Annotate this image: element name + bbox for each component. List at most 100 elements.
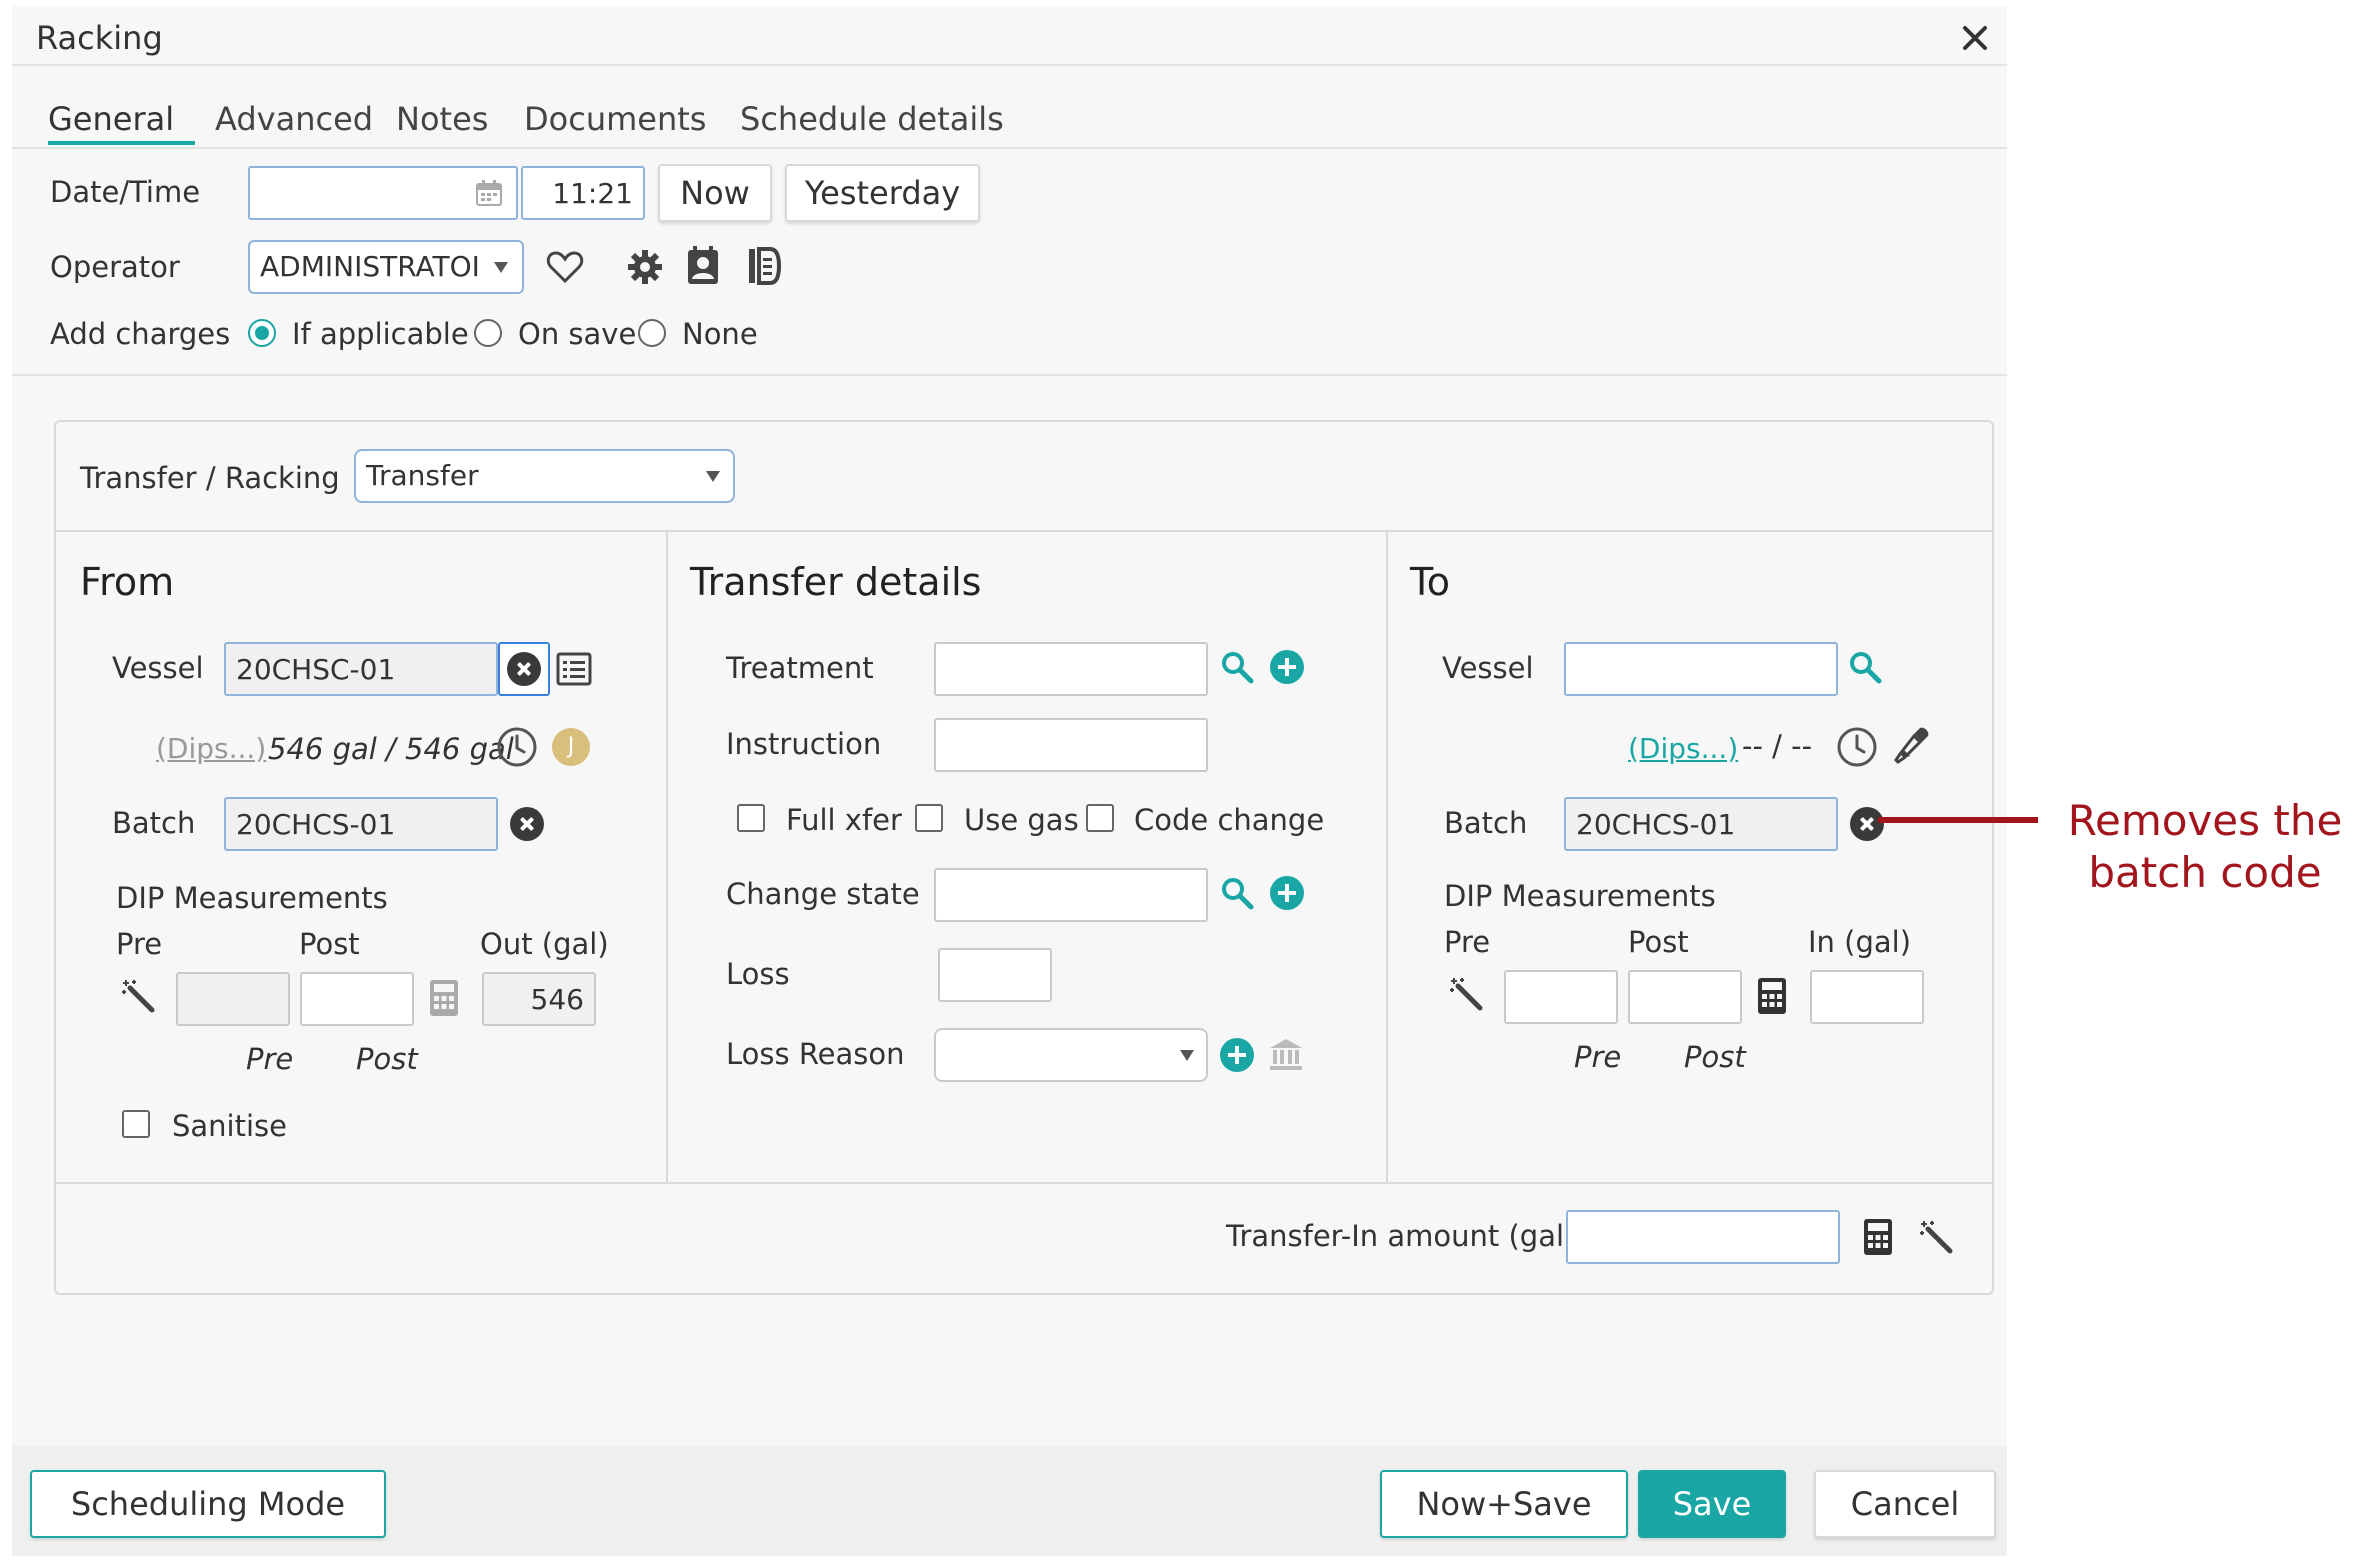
clock-icon[interactable]	[1836, 726, 1878, 768]
from-batch-input[interactable]	[224, 797, 498, 851]
to-post-input[interactable]	[1628, 970, 1742, 1024]
tab-advanced[interactable]: Advanced	[215, 100, 373, 138]
column-divider-1	[666, 530, 668, 1182]
use-gas-checkbox[interactable]	[915, 804, 943, 832]
from-vessel-clear-button[interactable]	[498, 642, 550, 696]
to-vessel-input[interactable]	[1564, 642, 1838, 696]
add-loss-reason-icon[interactable]	[1220, 1038, 1254, 1072]
transfer-racking-label: Transfer / Racking	[80, 461, 340, 495]
from-dip-label: DIP Measurements	[116, 881, 388, 915]
loss-reason-select[interactable]	[934, 1028, 1208, 1082]
dialog-title: Racking	[36, 19, 163, 57]
cancel-button[interactable]: Cancel	[1814, 1470, 1996, 1538]
to-dips-link[interactable]: (Dips...)	[1628, 732, 1738, 765]
magic-wand-icon[interactable]	[1448, 976, 1484, 1012]
to-pre-italic: Pre	[1574, 1040, 1622, 1074]
operator-select[interactable]: ADMINISTRATOI	[248, 240, 524, 294]
save-button[interactable]: Save	[1638, 1470, 1786, 1538]
dialog-titlebar: Racking	[12, 6, 2007, 66]
dialog-footer: Scheduling Mode Now+Save Save Cancel	[12, 1446, 2007, 1556]
to-batch-clear-icon[interactable]	[1850, 807, 1884, 841]
from-post-label: Post	[299, 927, 360, 961]
radio-on-save-label: On save	[518, 317, 637, 351]
from-vessel-label: Vessel	[112, 651, 204, 685]
bank-icon[interactable]	[1268, 1036, 1304, 1072]
now-button[interactable]: Now	[658, 164, 772, 222]
racking-dialog: Racking General Advanced Notes Documents…	[12, 6, 2007, 1556]
panel-header-divider	[56, 530, 1992, 532]
calculator-icon[interactable]	[1756, 976, 1788, 1016]
from-dips-link[interactable]: (Dips...)	[156, 732, 266, 765]
search-icon[interactable]	[1848, 650, 1882, 684]
now-save-button[interactable]: Now+Save	[1380, 1470, 1628, 1538]
tab-schedule-details[interactable]: Schedule details	[740, 100, 1004, 138]
from-vessel-input[interactable]	[224, 642, 498, 696]
loss-input[interactable]	[938, 948, 1052, 1002]
from-batch-clear-icon[interactable]	[510, 807, 544, 841]
full-xfer-checkbox[interactable]	[737, 804, 765, 832]
dropper-icon[interactable]	[1892, 724, 1932, 766]
use-gas-label: Use gas	[964, 803, 1079, 837]
radio-on-save[interactable]	[474, 319, 502, 347]
calendar-icon[interactable]	[474, 178, 504, 208]
change-state-input[interactable]	[934, 868, 1208, 922]
clear-icon	[507, 652, 541, 686]
search-icon[interactable]	[1220, 876, 1254, 910]
to-heading: To	[1410, 560, 1451, 604]
from-pre-label: Pre	[116, 927, 163, 961]
instruction-input[interactable]	[934, 718, 1208, 772]
time-input[interactable]	[521, 166, 645, 220]
radio-none-label: None	[682, 317, 758, 351]
radio-none[interactable]	[638, 319, 666, 347]
calculator-icon[interactable]	[428, 978, 460, 1018]
from-out-input[interactable]	[482, 972, 596, 1026]
yesterday-button[interactable]: Yesterday	[785, 164, 980, 222]
tab-documents[interactable]: Documents	[524, 100, 706, 138]
to-dip-label: DIP Measurements	[1444, 879, 1716, 913]
list-icon[interactable]	[556, 651, 592, 687]
loss-reason-label: Loss Reason	[726, 1037, 905, 1071]
close-icon[interactable]	[1957, 20, 1993, 56]
from-pre-italic: Pre	[246, 1042, 294, 1076]
annotation-line1: Removes the	[2067, 796, 2343, 845]
radio-if-applicable-label: If applicable	[292, 317, 469, 351]
details-heading: Transfer details	[690, 560, 982, 604]
contact-card-icon[interactable]	[685, 246, 721, 286]
add-treatment-icon[interactable]	[1270, 650, 1304, 684]
magic-wand-icon[interactable]	[120, 978, 156, 1014]
user-badge: J	[552, 728, 590, 766]
document-icon[interactable]	[746, 246, 782, 286]
to-pre-label: Pre	[1444, 925, 1491, 959]
from-pre-input[interactable]	[176, 972, 290, 1026]
radio-if-applicable[interactable]	[248, 319, 276, 347]
to-in-label: In (gal)	[1808, 925, 1912, 959]
code-change-checkbox[interactable]	[1086, 804, 1114, 832]
active-tab-indicator	[48, 141, 195, 145]
transfer-in-input[interactable]	[1566, 1210, 1840, 1264]
scheduling-mode-button[interactable]: Scheduling Mode	[30, 1470, 386, 1538]
clock-icon[interactable]	[496, 726, 538, 768]
to-batch-label: Batch	[1444, 806, 1528, 840]
gear-icon[interactable]	[626, 248, 664, 286]
add-change-state-icon[interactable]	[1270, 876, 1304, 910]
to-pre-input[interactable]	[1504, 970, 1618, 1024]
code-change-label: Code change	[1134, 803, 1325, 837]
transfer-type-select[interactable]: Transfer	[354, 449, 735, 503]
sanitise-checkbox[interactable]	[122, 1110, 150, 1138]
annotation-line	[1878, 817, 2038, 823]
annotation-callout: Removes the batch code	[2060, 795, 2350, 899]
full-xfer-label: Full xfer	[786, 803, 902, 837]
magic-wand-icon[interactable]	[1918, 1219, 1954, 1255]
treatment-input[interactable]	[934, 642, 1208, 696]
tab-general[interactable]: General	[48, 100, 174, 138]
to-in-input[interactable]	[1810, 970, 1924, 1024]
to-batch-input[interactable]	[1564, 797, 1838, 851]
tab-notes[interactable]: Notes	[396, 100, 488, 138]
section-divider	[12, 374, 2007, 376]
transfer-panel: Transfer / Racking Transfer From Vessel …	[54, 420, 1994, 1295]
search-icon[interactable]	[1220, 650, 1254, 684]
from-post-input[interactable]	[300, 972, 414, 1026]
calculator-icon[interactable]	[1862, 1217, 1894, 1257]
heart-icon[interactable]	[546, 250, 584, 284]
from-volume-text: 546 gal / 546 gal	[268, 732, 514, 766]
